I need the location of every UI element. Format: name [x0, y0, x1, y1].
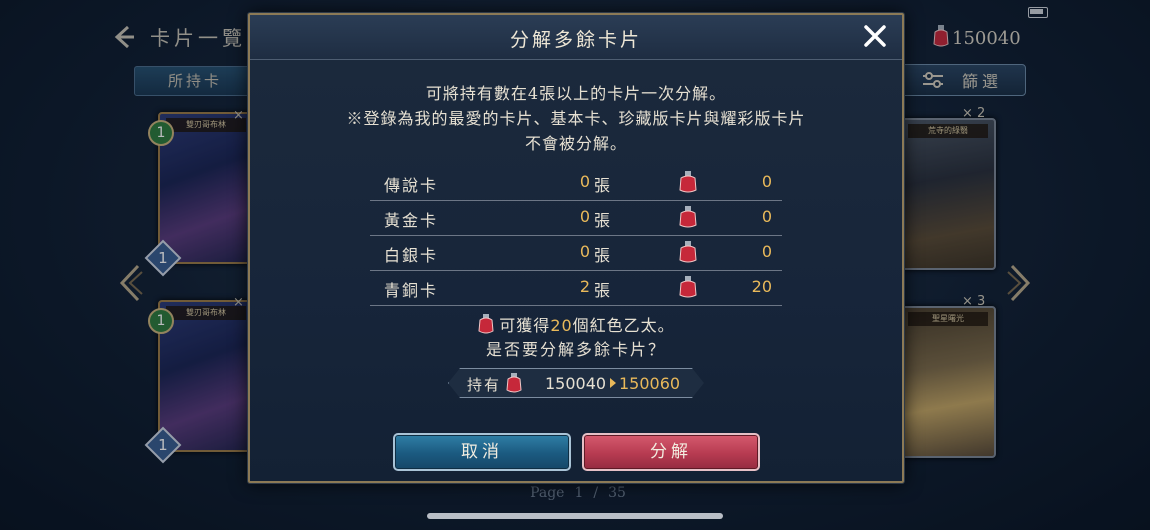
red-ether-icon: [679, 276, 697, 298]
close-icon[interactable]: [862, 23, 888, 49]
table-row: 傳說卡 0 張 0: [370, 166, 782, 201]
table-row: 白銀卡 0 張 0: [370, 236, 782, 271]
gain-amount: 20: [550, 316, 573, 335]
red-ether-icon: [679, 241, 697, 263]
ether-value: 0: [761, 207, 772, 226]
rarity-name: 傳說卡: [384, 176, 439, 195]
red-ether-icon: [478, 314, 494, 334]
table-row: 青銅卡 2 張 20: [370, 271, 782, 306]
holding-label: 持有: [467, 376, 502, 394]
desc-line: ※登錄為我的最愛的卡片、基本卡、珍藏版卡片與耀彩版卡片: [346, 109, 806, 128]
gain-summary: 可獲得20個紅色乙太。: [250, 312, 902, 336]
holding-summary: 持有 150040 150060: [448, 368, 704, 398]
gain-prefix: 可獲得: [499, 316, 551, 335]
red-ether-icon: [506, 373, 522, 393]
cancel-button[interactable]: 取消: [393, 433, 571, 471]
dissolve-button[interactable]: 分解: [582, 433, 760, 471]
count-unit: 張: [594, 246, 611, 265]
table-row: 黃金卡 0 張 0: [370, 201, 782, 236]
red-ether-icon: [679, 206, 697, 228]
holding-current: 150040: [545, 374, 607, 393]
dialog-description: 可將持有數在4張以上的卡片一次分解。 ※登錄為我的最愛的卡片、基本卡、珍藏版卡片…: [250, 81, 902, 156]
desc-line: 不會被分解。: [524, 134, 627, 153]
card-count: 0: [579, 172, 590, 191]
arrow-right-icon: [610, 378, 616, 388]
ether-value: 0: [761, 242, 772, 261]
dialog-header: 分解多餘卡片: [250, 15, 902, 60]
card-count: 0: [579, 207, 590, 226]
rarity-name: 白銀卡: [384, 246, 439, 265]
rarity-name: 青銅卡: [384, 281, 439, 300]
rarity-table: 傳說卡 0 張 0 黃金卡 0 張 0 白銀卡 0 張 0 青銅卡 2 張 20: [370, 166, 782, 306]
count-unit: 張: [594, 281, 611, 300]
card-count: 2: [579, 277, 590, 296]
home-indicator[interactable]: [427, 513, 723, 519]
red-ether-icon: [679, 171, 697, 193]
count-unit: 張: [594, 176, 611, 195]
holding-after: 150060: [619, 374, 681, 393]
count-unit: 張: [594, 211, 611, 230]
ether-value: 20: [751, 277, 772, 296]
gain-suffix: 個紅色乙太。: [572, 316, 675, 335]
desc-line: 可將持有數在4張以上的卡片一次分解。: [425, 84, 727, 103]
dialog-title: 分解多餘卡片: [509, 29, 642, 51]
dissolve-dialog: 分解多餘卡片 可將持有數在4張以上的卡片一次分解。 ※登錄為我的最愛的卡片、基本…: [248, 13, 904, 483]
confirm-question: 是否要分解多餘卡片？: [485, 340, 666, 359]
card-count: 0: [579, 242, 590, 261]
rarity-name: 黃金卡: [384, 211, 439, 230]
ether-value: 0: [761, 172, 772, 191]
